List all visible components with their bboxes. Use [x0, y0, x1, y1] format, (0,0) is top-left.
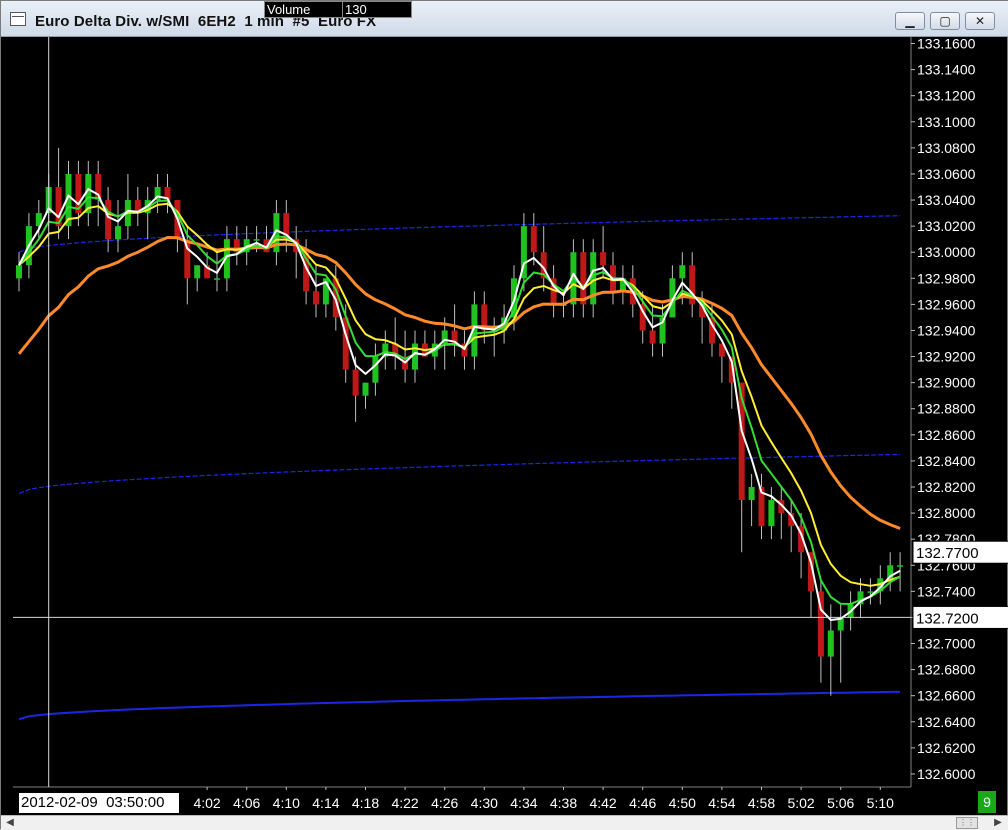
candle-body-82 — [827, 630, 834, 657]
y-tick-label-18: 132.8000 — [917, 505, 976, 521]
x-tick-label-0: 4:02 — [193, 795, 220, 811]
scroll-right-icon[interactable]: ▶ — [991, 817, 1005, 829]
candle-body-57 — [580, 252, 587, 305]
x-tick-label-5: 4:22 — [391, 795, 418, 811]
horizontal-scrollbar[interactable]: ◀ ⋮⋮ ▶ — [1, 815, 1008, 830]
y-tick-label-28: 132.6000 — [917, 766, 976, 782]
cursor-date-label: 2012-02-09 03:50:00 — [19, 793, 179, 813]
x-tick-label-8: 4:34 — [510, 795, 537, 811]
candle-body-18 — [194, 265, 201, 279]
candle-body-52 — [530, 226, 537, 253]
x-tick-label-17: 5:10 — [867, 795, 894, 811]
candle-body-67 — [679, 265, 686, 279]
bars-badge: 9 — [978, 791, 996, 813]
x-tick-label-12: 4:50 — [669, 795, 696, 811]
y-tick-label-15: 132.8600 — [917, 427, 976, 443]
y-tick-label-21: 132.7400 — [917, 583, 976, 599]
candle-body-64 — [649, 330, 656, 344]
x-tick-label-1: 4:06 — [233, 795, 260, 811]
scroll-left-icon[interactable]: ◀ — [3, 817, 17, 829]
candle-body-76 — [768, 500, 775, 527]
y-tick-label-24: 132.6800 — [917, 662, 976, 678]
y-tick-label-7: 133.0200 — [917, 218, 976, 234]
candle-body-10 — [115, 226, 121, 240]
x-tick-label-7: 4:30 — [471, 795, 498, 811]
y-tick-label-2: 133.1200 — [917, 88, 976, 104]
price-chart[interactable]: 133.1600 133.1400 133.1200 133.1000 133.0800… — [1, 1, 1008, 830]
y-tick-label-1: 133.1400 — [917, 62, 976, 78]
y-tick-label-16: 132.8400 — [917, 453, 976, 469]
current-price-label-text: 132.7700 — [916, 545, 979, 562]
chart-window: Euro Delta Div. w/SMI 6EH2 1 min #5 Euro… — [0, 0, 1008, 830]
y-tick-label-17: 132.8200 — [917, 479, 976, 495]
y-tick-label-6: 133.0400 — [917, 192, 976, 208]
x-tick-label-4: 4:18 — [352, 795, 379, 811]
y-tick-label-23: 132.7000 — [917, 636, 976, 652]
candle-body-9 — [105, 200, 112, 240]
y-tick-label-13: 132.9000 — [917, 375, 976, 391]
x-tick-label-3: 4:14 — [312, 795, 339, 811]
scroll-thumb[interactable]: ⋮⋮ — [956, 817, 978, 829]
y-tick-label-14: 132.8800 — [917, 401, 976, 417]
x-tick-label-6: 4:26 — [431, 795, 458, 811]
y-tick-label-10: 132.9600 — [917, 296, 976, 312]
candle-body-36 — [372, 356, 379, 383]
y-tick-label-0: 133.1600 — [917, 36, 976, 52]
candle-body-59 — [600, 252, 607, 266]
candle-body-35 — [362, 382, 369, 396]
y-tick-label-5: 133.0600 — [917, 166, 976, 182]
x-tick-label-11: 4:46 — [629, 795, 656, 811]
x-tick-label-14: 4:58 — [748, 795, 775, 811]
x-tick-label-13: 4:54 — [708, 795, 735, 811]
y-tick-label-12: 132.9200 — [917, 349, 976, 365]
y-tick-label-3: 133.1000 — [917, 114, 976, 130]
candle-body-74 — [748, 487, 755, 501]
candle-body-34 — [352, 369, 359, 396]
x-tick-label-9: 4:38 — [550, 795, 577, 811]
plot-area — [13, 37, 911, 787]
candle-body-24 — [253, 239, 260, 241]
y-tick-label-26: 132.6400 — [917, 714, 976, 730]
candle-body-30 — [313, 291, 319, 305]
y-tick-label-8: 133.0000 — [917, 244, 976, 260]
cursor-price-label-text: 132.7200 — [916, 610, 979, 627]
y-tick-label-25: 132.6600 — [917, 688, 976, 704]
x-tick-label-2: 4:10 — [273, 795, 300, 811]
candle-body-0 — [16, 265, 22, 279]
candle-body-86 — [867, 591, 874, 593]
candle-body-89 — [897, 565, 904, 567]
x-tick-label-16: 5:06 — [827, 795, 854, 811]
y-tick-label-11: 132.9400 — [917, 322, 976, 338]
x-tick-label-10: 4:42 — [589, 795, 616, 811]
y-tick-label-27: 132.6200 — [917, 740, 976, 756]
y-tick-label-9: 132.9800 — [917, 270, 976, 286]
y-tick-label-4: 133.0800 — [917, 140, 976, 156]
candle-body-20 — [214, 278, 220, 280]
x-tick-label-15: 5:02 — [787, 795, 814, 811]
